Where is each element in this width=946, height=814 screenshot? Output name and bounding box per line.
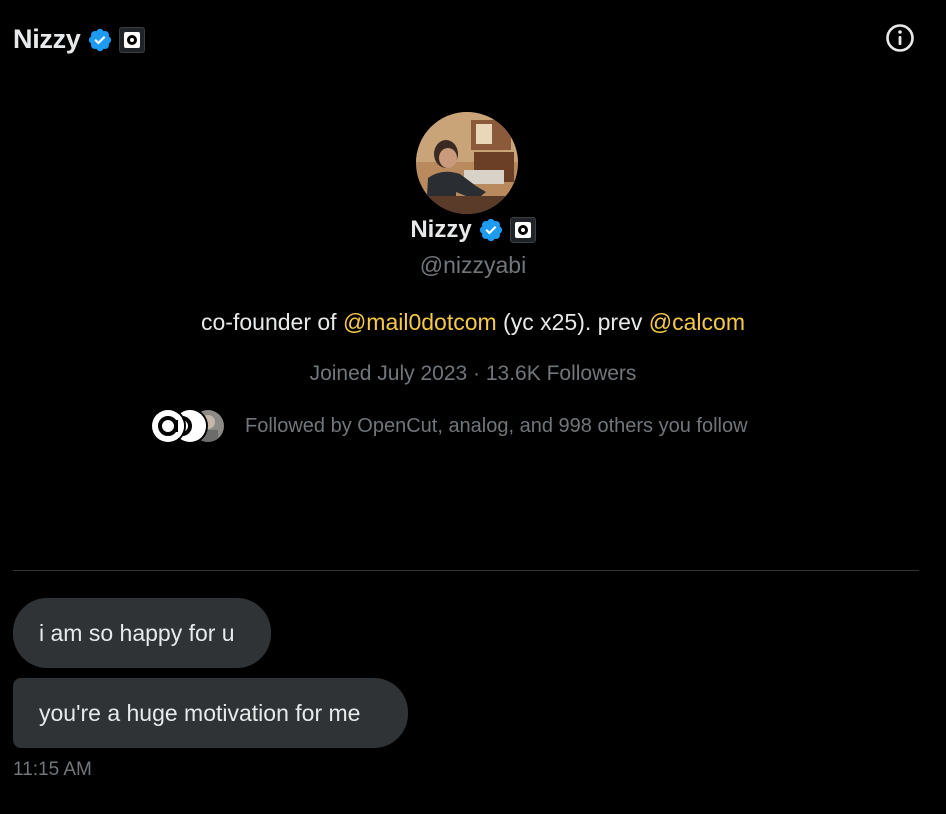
divider [13,570,919,571]
verified-badge-icon [87,27,113,53]
bio-text: (yc x25). prev [496,309,649,335]
message-text: you're a huge motivation for me [39,699,361,726]
bio-text: co-founder of [201,309,343,335]
header-user[interactable]: Nizzy [13,24,145,55]
joined-date: Joined July 2023 [309,362,468,385]
avatar[interactable] [416,112,518,214]
followed-by-text[interactable]: Followed by OpenCut, analog, and 998 oth… [245,415,748,438]
message-bubble[interactable]: i am so happy for u [13,598,271,668]
meta-separator: · [467,362,486,385]
affiliate-logo-icon[interactable] [118,26,145,53]
message-text: i am so happy for u [39,619,235,646]
affiliate-logo-icon[interactable] [509,217,536,243]
follower-avatar [150,408,186,444]
followers-count[interactable]: 13.6K Followers [486,362,637,385]
profile-handle: @nizzyabi [419,252,527,278]
profile-bio: co-founder of @mail0dotcom (yc x25). pre… [0,309,946,336]
verified-badge-icon [478,217,504,243]
profile-name-row: Nizzy [0,216,946,244]
conversation-header: Nizzy [0,0,946,80]
profile-meta: Joined July 2023 · 13.6K Followers [0,362,946,386]
bio-mention-link[interactable]: @calcom [649,309,745,335]
follower-avatars [150,408,230,444]
bio-mention-link[interactable]: @mail0dotcom [343,309,497,335]
profile-name[interactable]: Nizzy [410,216,471,244]
header-name[interactable]: Nizzy [13,24,81,55]
info-icon[interactable] [884,22,916,54]
followed-by[interactable]: Followed by OpenCut, analog, and 998 oth… [150,408,748,444]
message-bubble[interactable]: you're a huge motivation for me [13,678,408,748]
message-timestamp: 11:15 AM [13,759,92,780]
